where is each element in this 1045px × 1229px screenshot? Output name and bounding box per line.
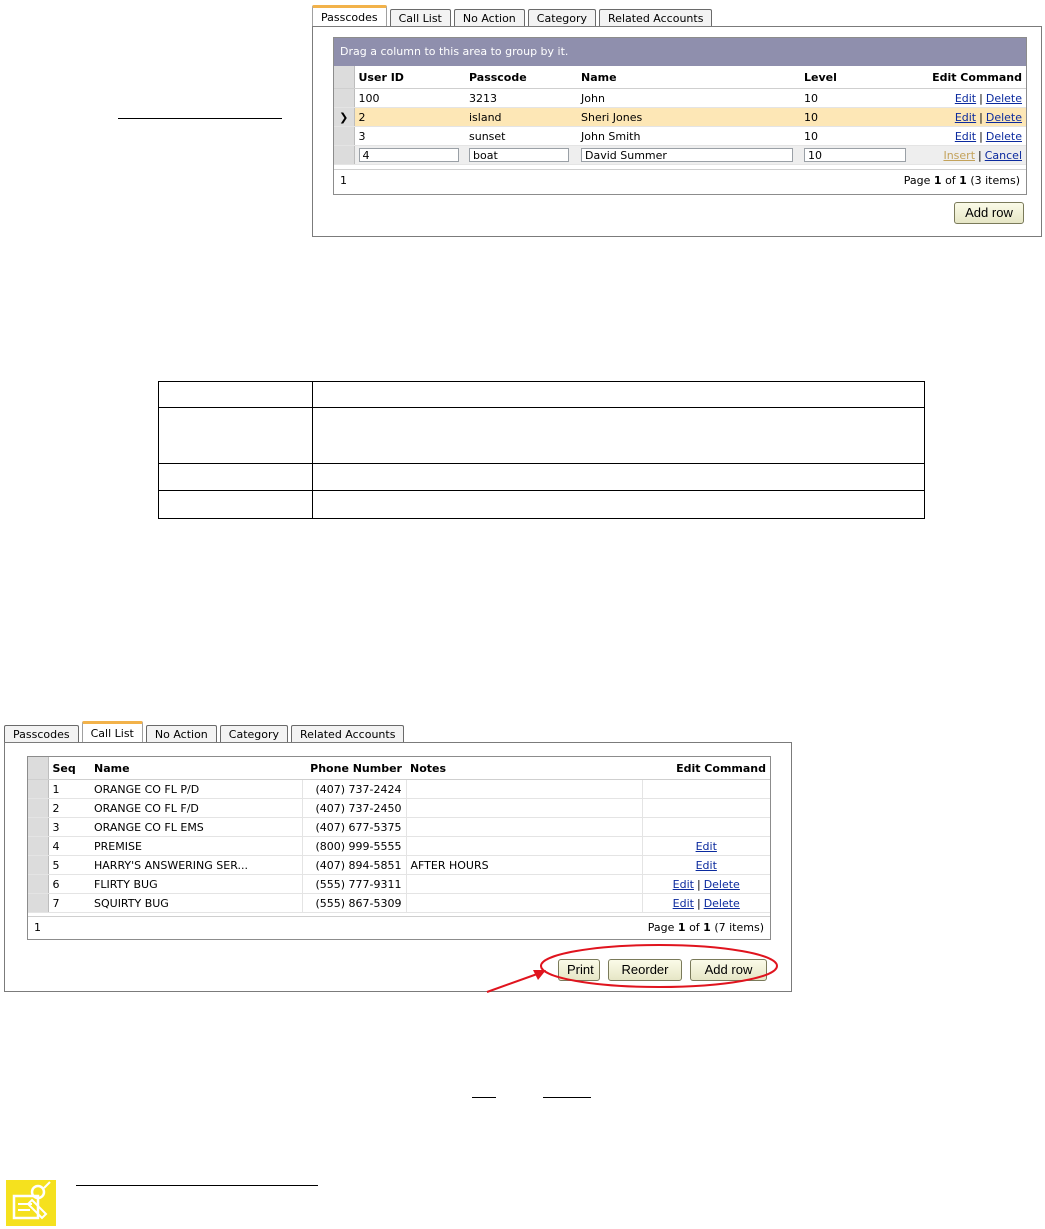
note-icon [2, 1178, 58, 1226]
annotation-overlay [486, 944, 778, 993]
underlined-text-placeholder [472, 1097, 496, 1098]
underlined-text-placeholder [543, 1097, 591, 1098]
annotation-arrow-line [486, 972, 541, 993]
annotation-ellipse [540, 944, 778, 988]
note-heading-underline [76, 1185, 318, 1186]
